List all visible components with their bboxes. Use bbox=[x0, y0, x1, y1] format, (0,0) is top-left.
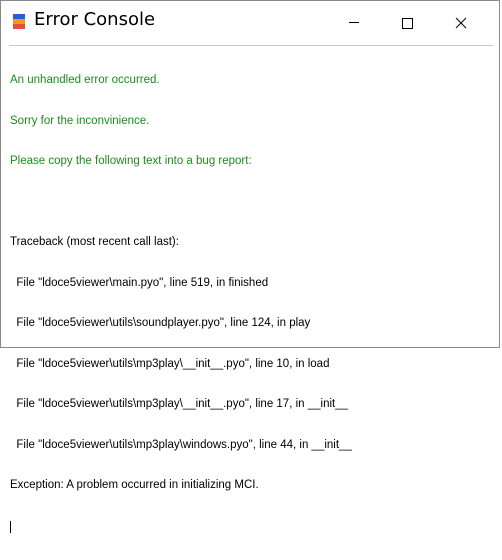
title-bar[interactable]: Error Console bbox=[1, 1, 499, 39]
error-console-window: Error Console An unhandled error occurre… bbox=[0, 0, 500, 533]
console-line: File "ldoce5viewer\utils\mp3play\__init_… bbox=[10, 357, 330, 370]
window-title: Error Console bbox=[34, 9, 156, 30]
console-text[interactable]: An unhandled error occurred. Sorry for t… bbox=[10, 47, 493, 533]
maximize-button[interactable] bbox=[384, 1, 430, 39]
console-line: An unhandled error occurred. bbox=[10, 74, 160, 86]
console-line: Traceback (most recent call last): bbox=[10, 236, 179, 248]
console-line: Please copy the following text into a bu… bbox=[10, 155, 252, 167]
close-button[interactable] bbox=[438, 1, 484, 39]
console-line: File "ldoce5viewer\utils\mp3play\windows… bbox=[10, 438, 352, 451]
text-caret bbox=[10, 520, 11, 533]
console-line: Exception: A problem occurred in initial… bbox=[10, 479, 259, 491]
console-line: Sorry for the inconvinience. bbox=[10, 114, 150, 127]
console-area[interactable]: An unhandled error occurred. Sorry for t… bbox=[9, 45, 493, 533]
console-line: File "ldoce5viewer\main.pyo", line 519, … bbox=[10, 276, 269, 289]
maximize-icon bbox=[402, 18, 413, 29]
console-line: File "ldoce5viewer\utils\soundplayer.pyo… bbox=[10, 317, 311, 329]
app-icon bbox=[13, 14, 25, 29]
minimize-button[interactable] bbox=[331, 1, 377, 39]
close-icon bbox=[455, 17, 467, 29]
console-line: File "ldoce5viewer\utils\mp3play\__init_… bbox=[10, 398, 349, 410]
minimize-icon bbox=[349, 22, 359, 23]
